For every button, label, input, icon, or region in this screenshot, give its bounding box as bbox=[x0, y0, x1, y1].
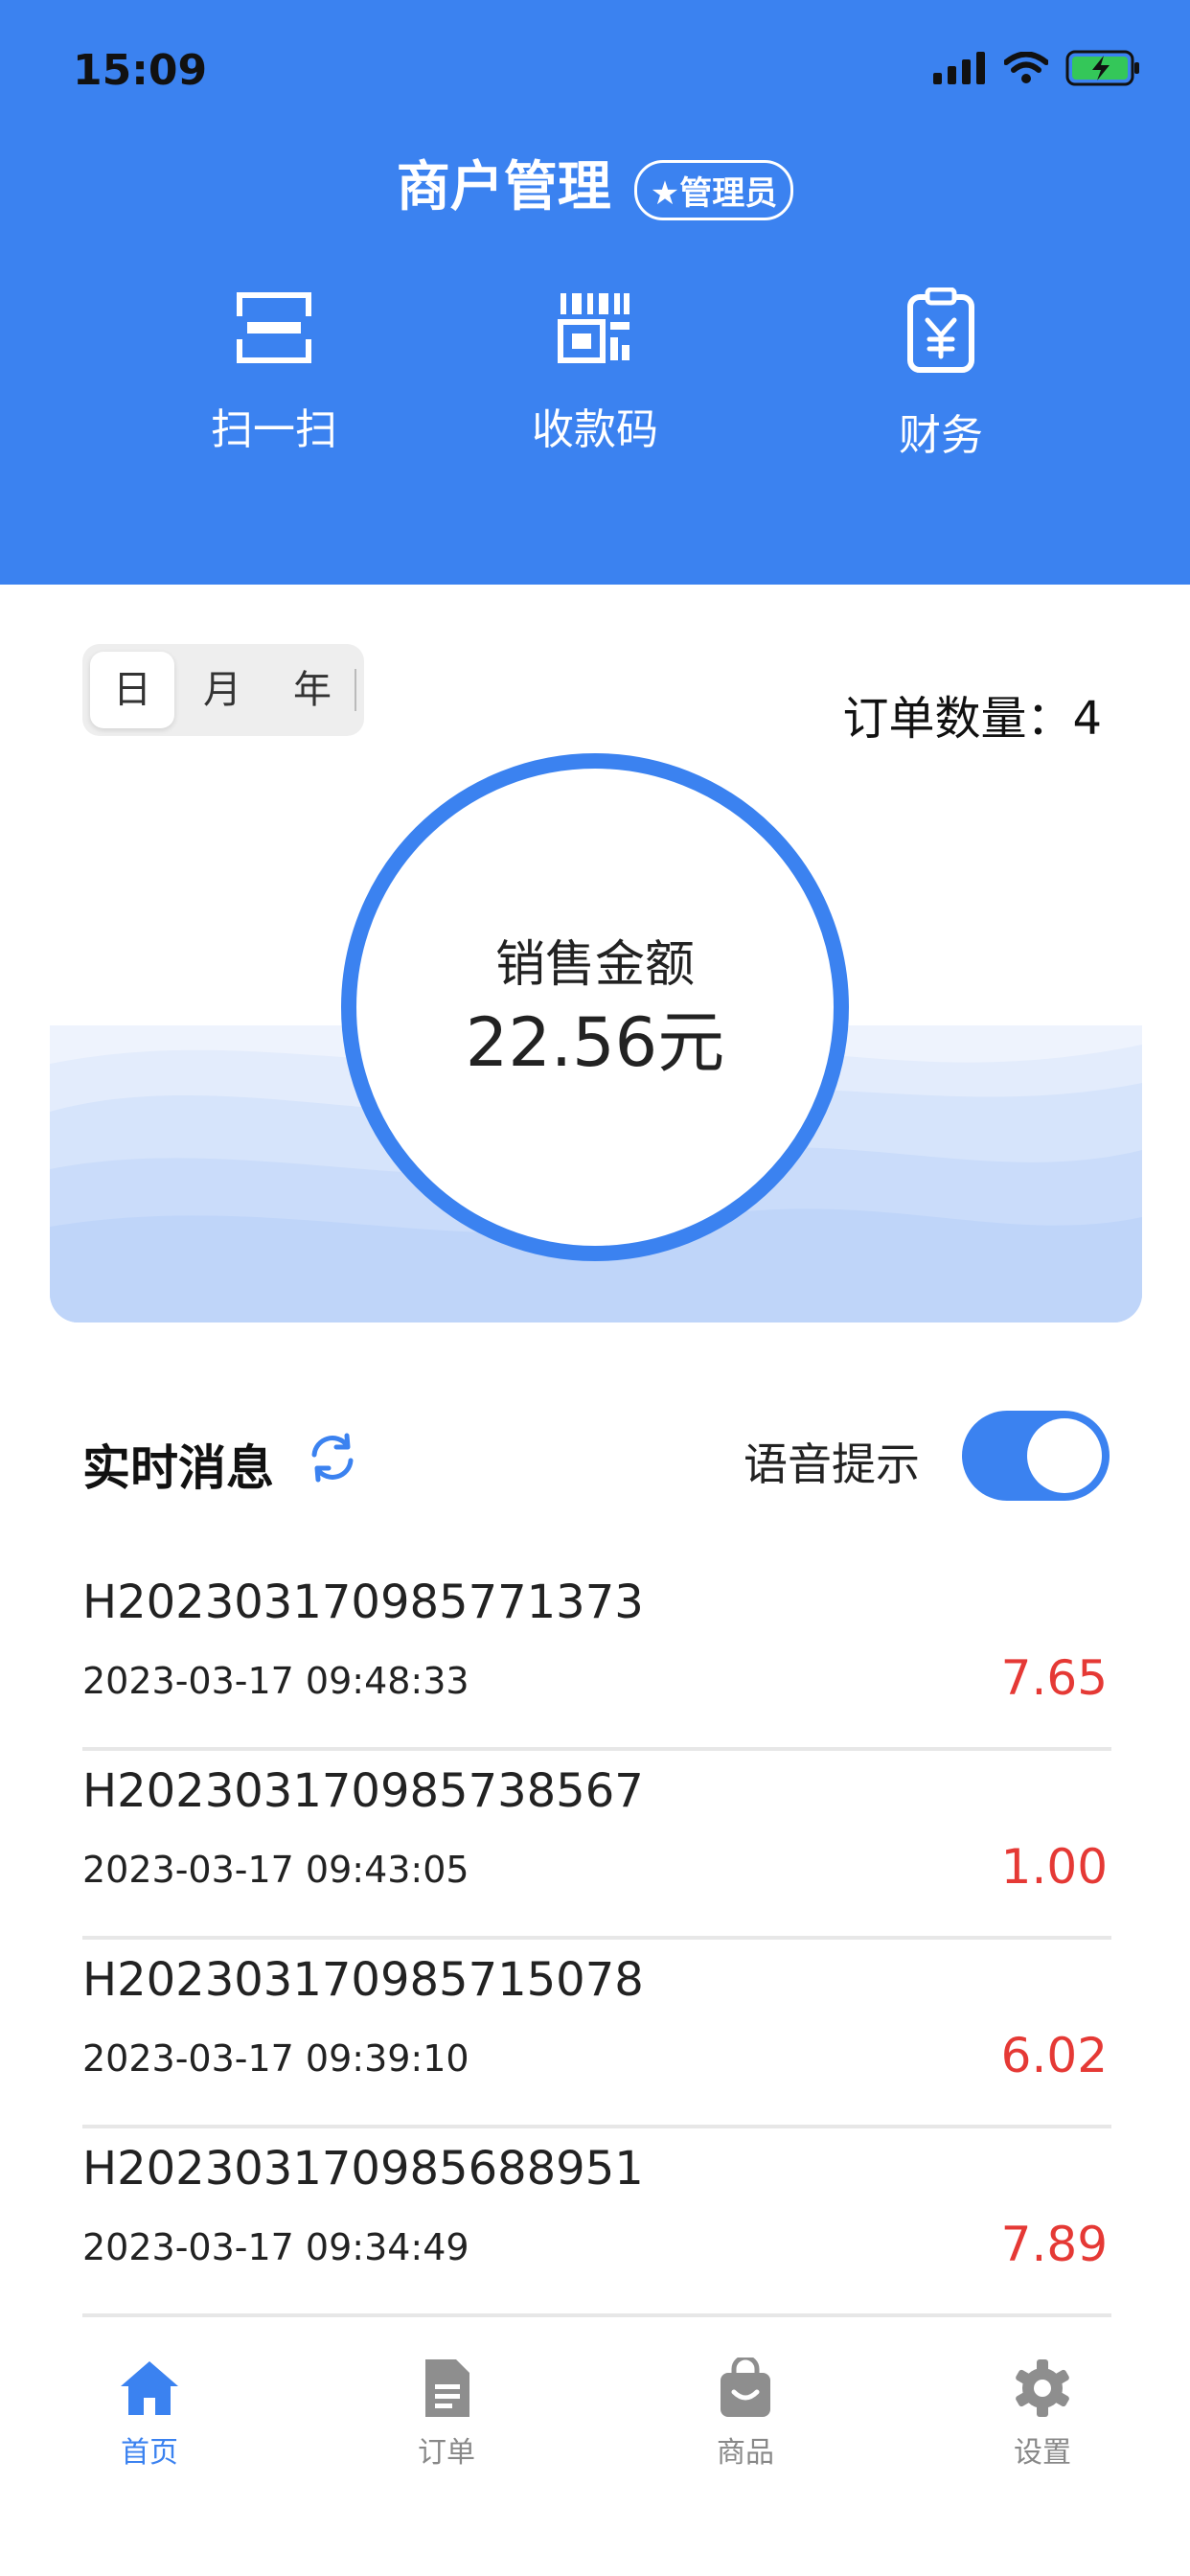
order-id: H202303170985688951 bbox=[82, 2142, 644, 2196]
tab-settings[interactable]: 设置 bbox=[947, 2358, 1138, 2471]
order-time: 2023-03-17 09:48:33 bbox=[82, 1660, 469, 1702]
shopping-bag-icon bbox=[721, 2358, 770, 2417]
tab-home-label: 首页 bbox=[121, 2436, 178, 2470]
order-amount: 7.65 bbox=[1000, 1650, 1108, 1706]
list-item[interactable]: H202303170985688951 2023-03-17 09:34:49 … bbox=[82, 2128, 1111, 2317]
segment-divider bbox=[355, 669, 356, 711]
sales-ring: 销售金额 22.56元 bbox=[341, 753, 849, 1261]
battery-charging-icon bbox=[1065, 50, 1139, 86]
order-id: H202303170985715078 bbox=[82, 1953, 644, 2007]
header: 15:09 商户管理 ★管理员 扫一扫 收款码 财务 bbox=[0, 0, 1190, 585]
scan-icon bbox=[237, 292, 311, 363]
order-count: 订单数量：4 bbox=[842, 692, 1102, 746]
finance-icon bbox=[907, 288, 974, 373]
realtime-title: 实时消息 bbox=[82, 1440, 274, 1496]
quick-actions: 扫一扫 收款码 财务 bbox=[0, 288, 1190, 479]
period-toggle: 日 月 年 bbox=[82, 644, 364, 736]
list-item[interactable]: H202303170985715078 2023-03-17 09:39:10 … bbox=[82, 1940, 1111, 2128]
tab-products-label: 商品 bbox=[717, 2436, 774, 2470]
order-id: H202303170985738567 bbox=[82, 1764, 644, 1818]
wifi-icon bbox=[1004, 52, 1048, 83]
sales-value: 22.56元 bbox=[465, 1003, 725, 1082]
list-item[interactable]: H202303170985771373 2023-03-17 09:48:33 … bbox=[82, 1562, 1111, 1751]
period-year[interactable]: 年 bbox=[270, 652, 355, 728]
order-time: 2023-03-17 09:39:10 bbox=[82, 2037, 469, 2080]
admin-badge: ★管理员 bbox=[633, 160, 794, 221]
order-list: H202303170985771373 2023-03-17 09:48:33 … bbox=[82, 1562, 1111, 2375]
order-time: 2023-03-17 09:43:05 bbox=[82, 1849, 469, 1891]
tab-products[interactable]: 商品 bbox=[650, 2358, 841, 2471]
order-time: 2023-03-17 09:34:49 bbox=[82, 2226, 469, 2268]
order-amount: 1.00 bbox=[1000, 1839, 1108, 1895]
toggle-knob bbox=[1027, 1418, 1102, 1493]
title-text: 商户管理 bbox=[396, 156, 611, 218]
order-amount: 6.02 bbox=[1000, 2028, 1108, 2083]
finance-button[interactable]: 财务 bbox=[826, 288, 1056, 462]
refresh-icon[interactable] bbox=[307, 1432, 358, 1484]
voice-label: 语音提示 bbox=[744, 1438, 920, 1490]
order-id: H202303170985771373 bbox=[82, 1576, 644, 1629]
tab-bar: 首页 订单 商品 设置 bbox=[0, 2338, 1190, 2576]
period-month[interactable]: 月 bbox=[180, 652, 264, 728]
order-amount: 7.89 bbox=[1000, 2217, 1108, 2272]
qr-code-icon bbox=[558, 293, 629, 363]
status-time: 15:09 bbox=[73, 46, 208, 95]
voice-toggle[interactable] bbox=[962, 1411, 1110, 1501]
finance-label: 财务 bbox=[899, 411, 983, 460]
gear-icon bbox=[1016, 2359, 1069, 2417]
document-icon bbox=[425, 2359, 469, 2417]
scan-button[interactable]: 扫一扫 bbox=[159, 288, 389, 456]
signal-icon bbox=[933, 52, 985, 84]
tab-home[interactable]: 首页 bbox=[54, 2358, 245, 2471]
page-title: 商户管理 ★管理员 bbox=[0, 144, 1190, 221]
payment-code-label: 收款码 bbox=[532, 405, 658, 454]
payment-code-button[interactable]: 收款码 bbox=[480, 288, 710, 456]
home-icon bbox=[121, 2361, 178, 2415]
scan-label: 扫一扫 bbox=[211, 405, 337, 454]
sales-label: 销售金额 bbox=[494, 936, 695, 994]
tab-orders[interactable]: 订单 bbox=[351, 2358, 542, 2471]
tab-settings-label: 设置 bbox=[1014, 2436, 1071, 2470]
period-day[interactable]: 日 bbox=[90, 652, 174, 728]
list-item[interactable]: H202303170985738567 2023-03-17 09:43:05 … bbox=[82, 1751, 1111, 1940]
tab-orders-label: 订单 bbox=[418, 2436, 475, 2470]
status-icons bbox=[933, 50, 1142, 86]
